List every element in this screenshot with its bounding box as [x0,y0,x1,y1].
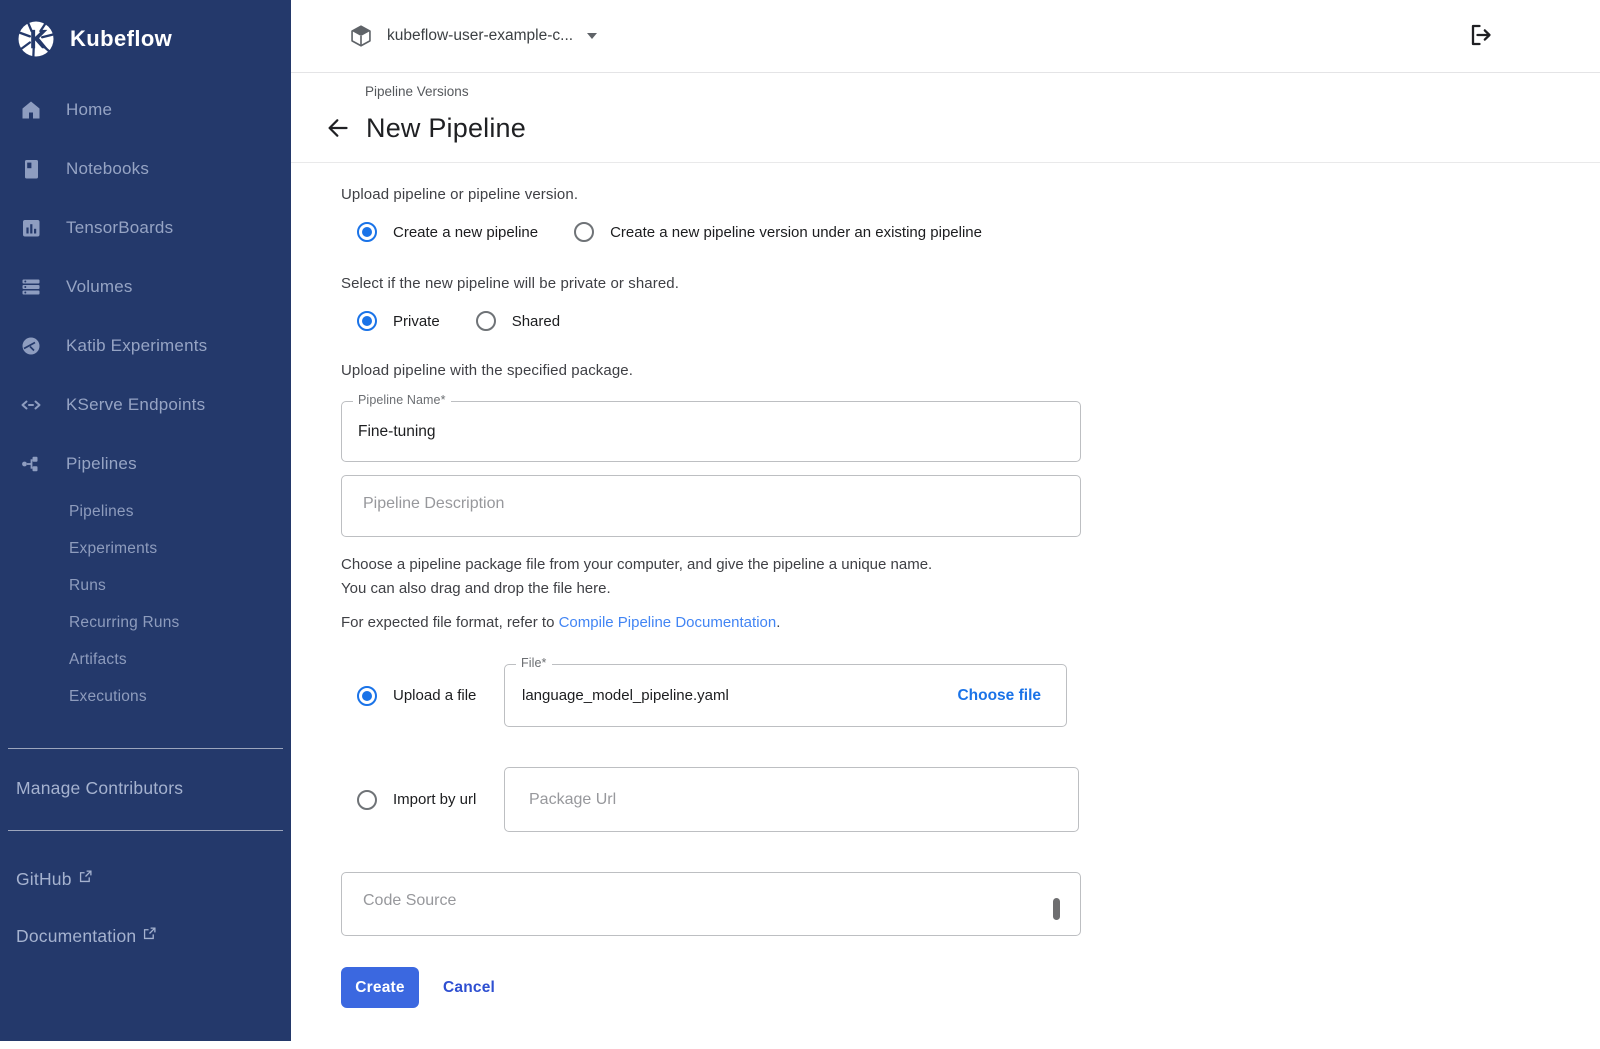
namespace-label: kubeflow-user-example-c... [387,27,573,45]
upload-file-row: Upload a file File* language_model_pipel… [341,664,1600,727]
code-source-field [341,872,1081,936]
namespace-selector[interactable]: kubeflow-user-example-c... [348,23,597,49]
radio-import-by-url[interactable] [357,790,377,810]
documentation-link[interactable]: Documentation [0,926,291,947]
new-pipeline-form: Upload pipeline or pipeline version. Cre… [291,163,1600,1008]
breadcrumb: Pipeline Versions [365,84,1600,99]
sidebar-item-kserve-endpoints[interactable]: KServe Endpoints [0,375,291,434]
upload-type-instruction: Upload pipeline or pipeline version. [341,186,1600,203]
sidebar-subitem-runs[interactable]: Runs [0,567,291,604]
page-title: New Pipeline [366,113,526,144]
kubeflow-logo-icon [15,18,57,60]
pipeline-name-label: Pipeline Name* [353,393,451,407]
file-format-help: For expected file format, refer to Compi… [341,614,1600,631]
scrollbar-thumb[interactable] [1053,898,1060,920]
sidebar-item-notebooks[interactable]: Notebooks [0,139,291,198]
external-link-icon [143,927,156,940]
sidebar-nav: Home Notebooks TensorBoards Volumes Kati… [0,80,291,719]
page-header: Pipeline Versions New Pipeline [291,73,1600,163]
choose-file-button[interactable]: Choose file [957,687,1041,705]
logout-button[interactable] [1464,20,1496,52]
sidebar-subitem-artifacts[interactable]: Artifacts [0,641,291,678]
chevron-down-icon [587,33,597,39]
back-arrow-icon [325,115,351,141]
app-title: Kubeflow [70,26,172,52]
code-source-input[interactable] [342,873,1080,935]
sidebar-item-home[interactable]: Home [0,80,291,139]
radio-create-new-pipeline[interactable] [357,222,377,242]
sidebar-subitem-recurring-runs[interactable]: Recurring Runs [0,604,291,641]
pipelines-icon [19,452,43,476]
file-name-value: language_model_pipeline.yaml [522,687,957,704]
sidebar: Kubeflow Home Notebooks TensorBoards Vol… [0,0,291,1041]
pipeline-type-radio-group: Create a new pipeline Create a new pipel… [341,222,1600,242]
github-link[interactable]: GitHub [0,869,291,890]
compile-pipeline-documentation-link[interactable]: Compile Pipeline Documentation [559,614,777,631]
cancel-button[interactable]: Cancel [443,979,495,997]
endpoints-icon [19,393,43,417]
sidebar-subitem-experiments[interactable]: Experiments [0,530,291,567]
sidebar-divider [8,748,283,749]
file-field-label: File* [516,656,552,670]
import-url-row: Import by url [341,767,1600,832]
create-button[interactable]: Create [341,967,419,1008]
visibility-radio-group: Private Shared [341,311,1600,331]
visibility-instruction: Select if the new pipeline will be priva… [341,275,1600,292]
file-field: File* language_model_pipeline.yaml Choos… [504,664,1067,727]
home-icon [19,98,43,122]
sidebar-subitem-executions[interactable]: Executions [0,678,291,715]
radio-shared[interactable] [476,311,496,331]
storage-icon [19,275,43,299]
app-logo[interactable]: Kubeflow [0,0,291,78]
sidebar-item-tensorboards[interactable]: TensorBoards [0,198,291,257]
sidebar-item-volumes[interactable]: Volumes [0,257,291,316]
form-actions: Create Cancel [341,967,1600,1008]
topbar: kubeflow-user-example-c... [291,0,1600,73]
radio-create-pipeline-version[interactable] [574,222,594,242]
sidebar-divider [8,830,283,831]
radio-private[interactable] [357,311,377,331]
pipeline-name-field: Pipeline Name* [341,401,1081,462]
package-help-text: Choose a pipeline package file from your… [341,553,1600,601]
package-instruction: Upload pipeline with the specified packa… [341,362,1600,379]
logout-icon [1465,20,1495,50]
back-button[interactable] [324,115,352,143]
pipeline-name-input[interactable] [342,402,1080,461]
external-link-icon [79,870,92,883]
notebook-icon [19,157,43,181]
package-url-input[interactable] [505,768,1078,831]
bar-chart-icon [19,216,43,240]
experiment-icon [19,334,43,358]
manage-contributors-link[interactable]: Manage Contributors [0,778,291,799]
package-icon [348,23,374,49]
main-area: kubeflow-user-example-c... Pipeline Vers… [291,0,1600,1049]
sidebar-item-katib-experiments[interactable]: Katib Experiments [0,316,291,375]
radio-upload-file[interactable] [357,686,377,706]
sidebar-subitem-pipelines[interactable]: Pipelines [0,493,291,530]
pipeline-description-field [341,475,1081,537]
package-url-field [504,767,1079,832]
sidebar-item-pipelines[interactable]: Pipelines [0,434,291,493]
pipelines-subnav: Pipelines Experiments Runs Recurring Run… [0,493,291,719]
pipeline-description-input[interactable] [342,476,1080,536]
